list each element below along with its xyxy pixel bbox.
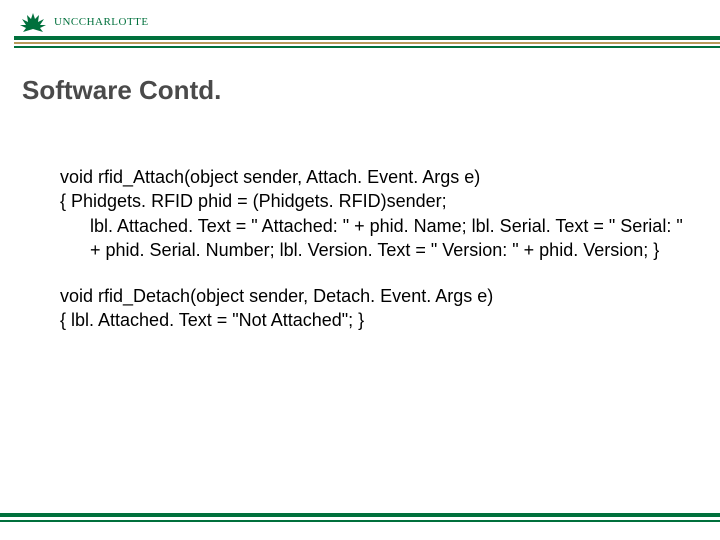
code-block-detach: void rfid_Detach(object sender, Detach. … [60, 284, 685, 333]
content-area: void rfid_Attach(object sender, Attach. … [60, 165, 685, 355]
code-line: { lbl. Attached. Text = "Not Attached"; … [60, 308, 685, 332]
footer-rule-lines [0, 513, 720, 522]
code-line: { Phidgets. RFID phid = (Phidgets. RFID)… [60, 189, 685, 213]
title-area: Software Contd. [22, 75, 698, 106]
wordmark-charlotte: CHARLOTTE [79, 16, 149, 28]
slide-title: Software Contd. [22, 75, 698, 106]
wordmark-unc: UNC [54, 16, 79, 28]
slide: UNCCHARLOTTE Software Contd. void rfid_A… [0, 0, 720, 540]
header-bar-thin-green [14, 46, 720, 48]
header-bar-gold [14, 42, 720, 44]
header-bar-thick [14, 36, 720, 40]
code-line: void rfid_Attach(object sender, Attach. … [60, 165, 685, 189]
crown-icon [18, 11, 48, 33]
footer-bar-thin [0, 520, 720, 522]
brand-wordmark: UNCCHARLOTTE [54, 16, 149, 28]
header-rule-lines [0, 36, 720, 56]
code-line: lbl. Attached. Text = " Attached: " + ph… [60, 214, 685, 263]
footer-bar-thick [0, 513, 720, 517]
code-line: void rfid_Detach(object sender, Detach. … [60, 284, 685, 308]
code-block-attach: void rfid_Attach(object sender, Attach. … [60, 165, 685, 262]
logo: UNCCHARLOTTE [0, 11, 149, 33]
